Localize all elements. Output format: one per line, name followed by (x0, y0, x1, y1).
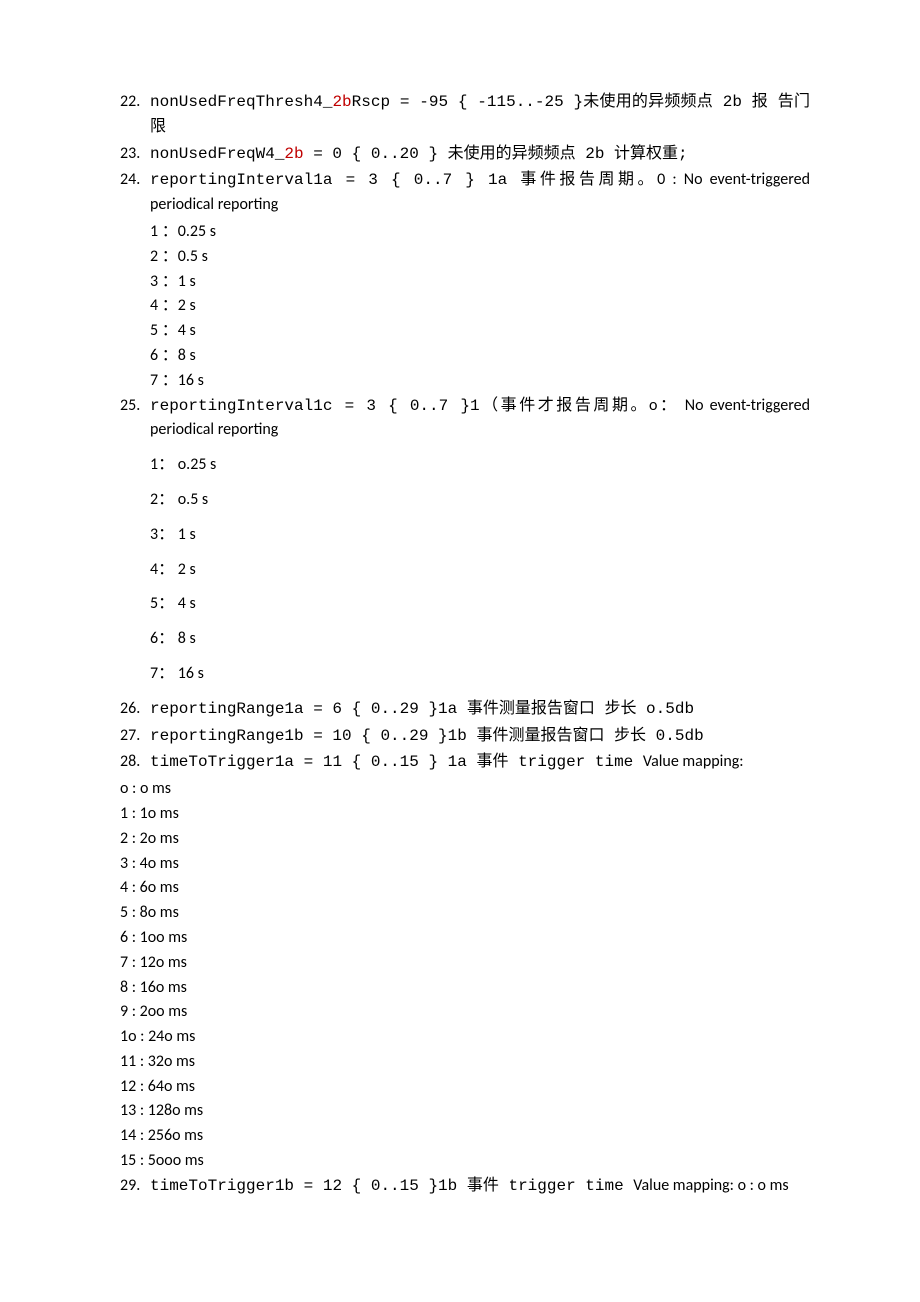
param-desc: = 6 { 0..29 }1a 事件测量报告窗口 步长 o.5db (304, 700, 694, 718)
item-number: 23. (120, 142, 150, 167)
param-desc: = 10 { 0..29 }1b 事件测量报告窗口 步长 0.5db (304, 727, 704, 745)
param-name: reportingRange1a (150, 700, 304, 718)
item-body: reportingRange1a = 6 { 0..29 }1a 事件测量报告窗… (150, 697, 810, 722)
mapping-entry: 2： o.5 s (150, 488, 810, 513)
mapping-entry: 11 : 32o ms (120, 1050, 810, 1075)
mapping-entry: o : o ms (120, 777, 810, 802)
param-name: reportingInterval1c (150, 397, 332, 415)
list-item: 22. nonUsedFreqThresh4_2bRscp = -95 { -1… (120, 90, 810, 140)
param-desc: = 0 { 0..20 } 未使用的异频频点 2b 计算权重; (304, 145, 688, 163)
mapping-entry: 8 : 16o ms (120, 976, 810, 1001)
param-tail: Value mapping: o : o ms (633, 1176, 788, 1195)
item-body: reportingInterval1c = 3 { 0..7 }1（事件才报告周… (150, 394, 810, 444)
list-item: 29. timeToTrigger1b = 12 { 0..15 }1b 事件 … (120, 1174, 810, 1199)
mapping-entry: 1： o.25 s (150, 453, 810, 478)
param-name-highlight: 2b (284, 145, 303, 163)
param-desc: = 12 { 0..15 }1b 事件 trigger time (294, 1177, 633, 1195)
value-mapping-list: 1： o.25 s 2： o.5 s 3： 1 s 4： 2 s 5： 4 s … (120, 453, 810, 687)
mapping-entry: 4： 2 s (150, 558, 810, 583)
list-item: 24. reportingInterval1a = 3 { 0..7 } 1a … (120, 168, 810, 218)
mapping-entry: 5： 4 s (150, 592, 810, 617)
mapping-entry: 1 : 1o ms (120, 802, 810, 827)
mapping-entry: 1o : 24o ms (120, 1025, 810, 1050)
mapping-entry: 14 : 256o ms (120, 1124, 810, 1149)
list-item: 28. timeToTrigger1a = 11 { 0..15 } 1a 事件… (120, 750, 810, 775)
param-desc: = 11 { 0..15 } 1a 事件 trigger time (294, 753, 643, 771)
value-mapping-list: o : o ms 1 : 1o ms 2 : 2o ms 3 : 4o ms 4… (120, 777, 810, 1174)
mapping-entry: 13 : 128o ms (120, 1099, 810, 1124)
document-page: 22. nonUsedFreqThresh4_2bRscp = -95 { -1… (0, 0, 920, 1281)
mapping-entry: 3 : 4o ms (120, 852, 810, 877)
mapping-entry: 4 ：2 s (150, 294, 810, 319)
item-body: reportingInterval1a = 3 { 0..7 } 1a 事件报告… (150, 168, 810, 218)
param-name: nonUsedFreqThresh4_ (150, 93, 332, 111)
item-body: timeToTrigger1b = 12 { 0..15 }1b 事件 trig… (150, 1174, 810, 1199)
param-name: timeToTrigger1a (150, 753, 294, 771)
item-number: 27. (120, 724, 150, 749)
item-body: timeToTrigger1a = 11 { 0..15 } 1a 事件 tri… (150, 750, 810, 775)
mapping-entry: 1 ：0.25 s (150, 220, 810, 245)
item-number: 25. (120, 394, 150, 444)
mapping-entry: 2 : 2o ms (120, 827, 810, 852)
param-name: reportingInterval1a (150, 171, 332, 189)
item-number: 26. (120, 697, 150, 722)
param-desc: = 3 { 0..7 }1（事件才报告周期。 (332, 397, 649, 415)
param-tail: Value mapping: (643, 752, 744, 771)
mapping-entry: 2 ：0.5 s (150, 245, 810, 270)
item-number: 28. (120, 750, 150, 775)
mapping-entry: 15 : 5ooo ms (120, 1149, 810, 1174)
list-item: 26. reportingRange1a = 6 { 0..29 }1a 事件测… (120, 697, 810, 722)
list-item: 25. reportingInterval1c = 3 { 0..7 }1（事件… (120, 394, 810, 444)
mapping-entry: 3： 1 s (150, 523, 810, 548)
mapping-entry: 9 : 2oo ms (120, 1000, 810, 1025)
param-name: timeToTrigger1b (150, 1177, 294, 1195)
item-number: 22. (120, 90, 150, 140)
mapping-entry: 6： 8 s (150, 627, 810, 652)
item-number: 24. (120, 168, 150, 218)
mapping-entry: 7 : 12o ms (120, 951, 810, 976)
value-mapping-list: 1 ：0.25 s 2 ：0.5 s 3 ：1 s 4 ：2 s 5 ：4 s … (120, 220, 810, 394)
param-desc: = 3 { 0..7 } 1a 事件报告周期。 (332, 171, 657, 189)
item-body: reportingRange1b = 10 { 0..29 }1b 事件测量报告… (150, 724, 810, 749)
mapping-entry: 7： 16 s (150, 662, 810, 687)
item-body: nonUsedFreqThresh4_2bRscp = -95 { -115..… (150, 90, 810, 140)
mapping-entry: 7 ：16 s (150, 369, 810, 394)
param-name: reportingRange1b (150, 727, 304, 745)
mapping-entry: 4 : 6o ms (120, 876, 810, 901)
list-item: 27. reportingRange1b = 10 { 0..29 }1b 事件… (120, 724, 810, 749)
mapping-entry: 5 : 8o ms (120, 901, 810, 926)
mapping-entry: 5 ：4 s (150, 319, 810, 344)
mapping-entry: 12 : 64o ms (120, 1075, 810, 1100)
item-number: 29. (120, 1174, 150, 1199)
mapping-entry: 6 ：8 s (150, 344, 810, 369)
mapping-entry: 3 ：1 s (150, 270, 810, 295)
item-body: nonUsedFreqW4_2b = 0 { 0..20 } 未使用的异频频点 … (150, 142, 810, 167)
param-name-highlight: 2b (332, 93, 351, 111)
list-item: 23. nonUsedFreqW4_2b = 0 { 0..20 } 未使用的异… (120, 142, 810, 167)
mapping-entry: 6 : 1oo ms (120, 926, 810, 951)
param-name: nonUsedFreqW4_ (150, 145, 284, 163)
